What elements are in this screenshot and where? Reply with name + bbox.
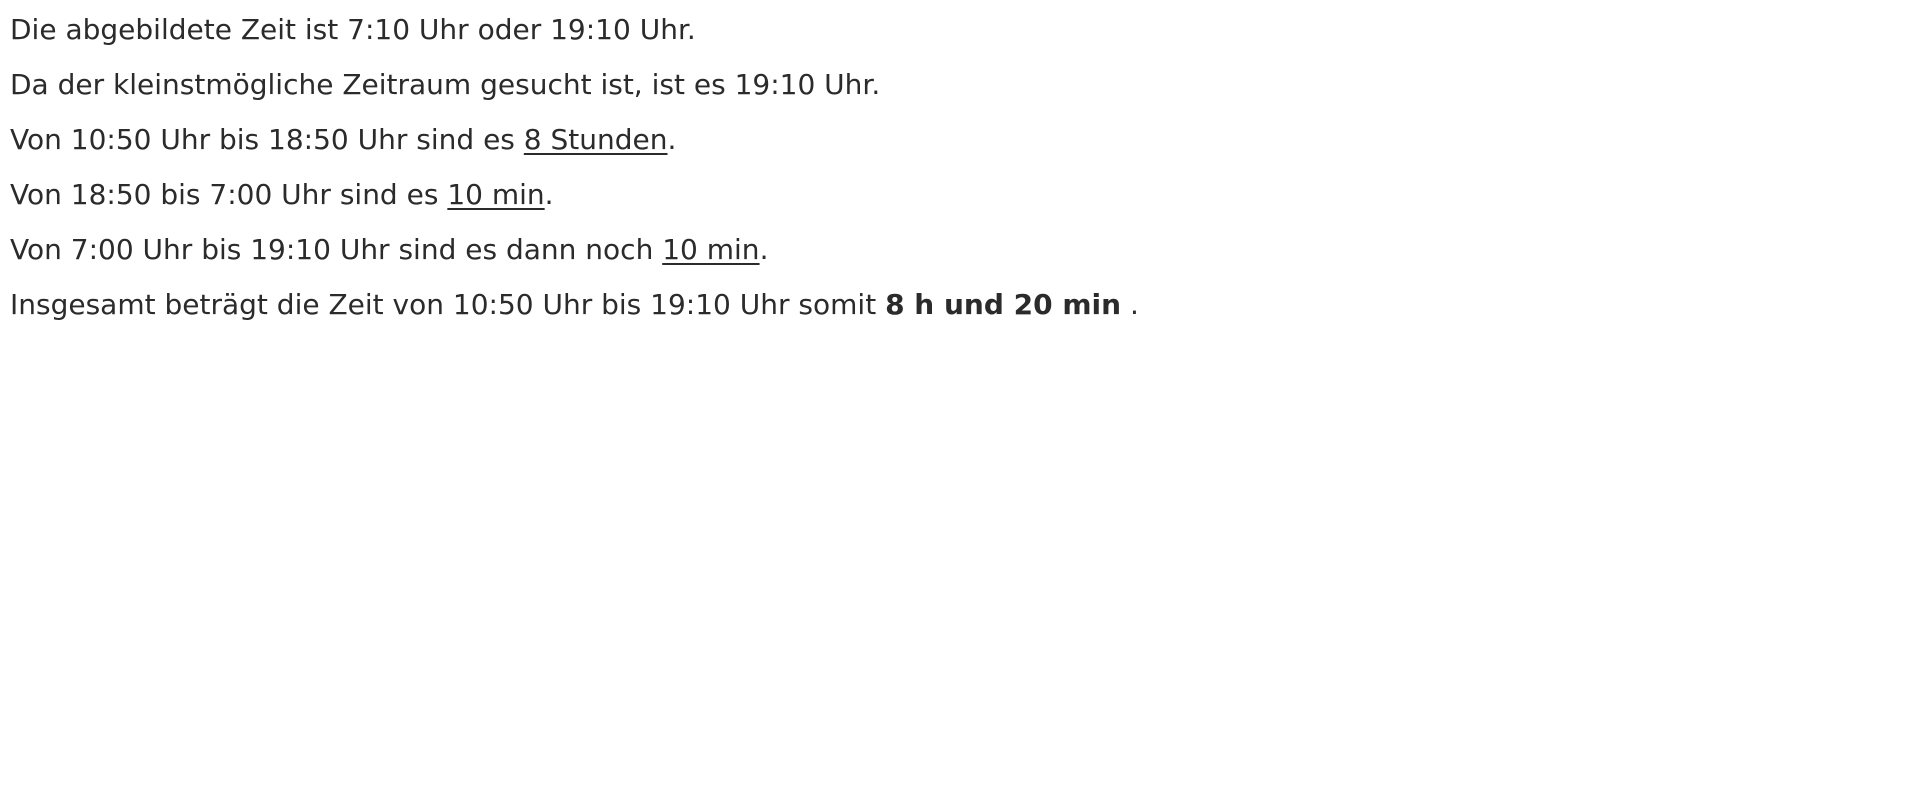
line-text: Von 18:50 bis 7:00 Uhr sind es	[10, 178, 448, 211]
line-text: Die abgebildete Zeit ist 7:10 Uhr oder 1…	[10, 13, 696, 46]
total-duration: 8 h und 20 min	[885, 288, 1122, 321]
line-text: Insgesamt beträgt die Zeit von 10:50 Uhr…	[10, 288, 886, 321]
text-line: Von 18:50 bis 7:00 Uhr sind es 10 min.	[10, 177, 1920, 232]
underlined-duration: 10 min	[662, 233, 760, 266]
text-line: Von 7:00 Uhr bis 19:10 Uhr sind es dann …	[10, 232, 1920, 287]
line-punctuation: .	[667, 123, 677, 156]
line-text: Von 7:00 Uhr bis 19:10 Uhr sind es dann …	[10, 233, 663, 266]
solution-text: Die abgebildete Zeit ist 7:10 Uhr oder 1…	[0, 0, 1920, 342]
underlined-duration: 10 min	[447, 178, 545, 211]
text-line: Von 10:50 Uhr bis 18:50 Uhr sind es 8 St…	[10, 122, 1920, 177]
line-text: Da der kleinstmögliche Zeitraum gesucht …	[10, 68, 881, 101]
text-line: Insgesamt beträgt die Zeit von 10:50 Uhr…	[10, 287, 1920, 342]
line-punctuation: .	[544, 178, 554, 211]
text-line: Da der kleinstmögliche Zeitraum gesucht …	[10, 67, 1920, 122]
underlined-duration: 8 Stunden	[523, 123, 668, 156]
text-line: Die abgebildete Zeit ist 7:10 Uhr oder 1…	[10, 12, 1920, 67]
line-punctuation: .	[759, 233, 769, 266]
line-text: Von 10:50 Uhr bis 18:50 Uhr sind es	[10, 123, 524, 156]
line-punctuation: .	[1121, 288, 1139, 321]
